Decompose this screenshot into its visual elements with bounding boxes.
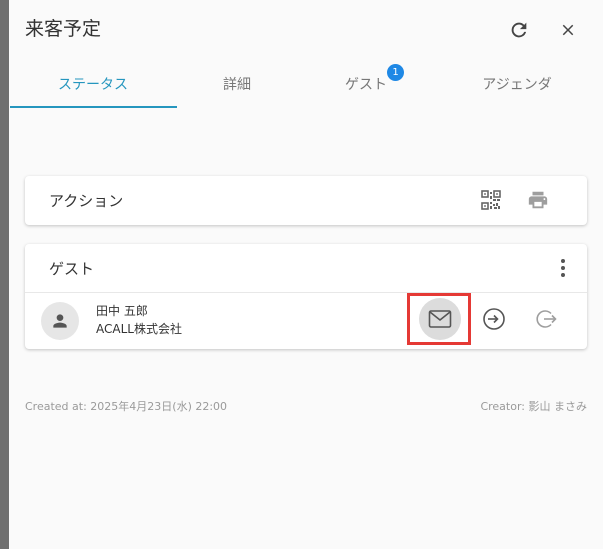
guests-card-title: ゲスト (49, 260, 95, 278)
background-edge (0, 0, 9, 549)
page-title: 来客予定 (25, 18, 102, 40)
refresh-button[interactable] (506, 17, 532, 43)
person-icon (53, 314, 67, 328)
tab-guests[interactable]: ゲスト (292, 60, 440, 108)
active-tab-indicator (10, 106, 177, 108)
more-vert-icon (561, 259, 565, 263)
check-in-button[interactable] (482, 307, 506, 331)
guest-name: 田中 五郎 (96, 304, 148, 318)
more-options-button[interactable] (557, 256, 569, 280)
created-at: Created at: 2025年4月23日(水) 22:00 (25, 400, 228, 413)
panel-header: 来客予定 (9, 0, 603, 60)
window: 来客予定 ステータス 詳細 ゲスト アジェンダ 1 アクション ゲスト 田中 五… (0, 0, 603, 549)
tab-details[interactable]: 詳細 (163, 60, 311, 108)
more-vert-dot (561, 273, 565, 277)
guests-card: ゲスト 田中 五郎 ACALL株式会社 (25, 244, 587, 349)
more-vert-dot (561, 266, 565, 270)
actions-card-title: アクション (49, 192, 124, 210)
qr-code-button[interactable] (480, 189, 502, 211)
check-out-icon (536, 310, 557, 328)
avatar (41, 302, 79, 340)
tab-agenda[interactable]: アジェンダ (443, 60, 591, 108)
guest-count-badge: 1 (387, 64, 404, 81)
actions-card: アクション (25, 176, 587, 225)
check-in-icon (483, 308, 505, 330)
close-icon (562, 24, 574, 36)
guest-row: 田中 五郎 ACALL株式会社 (25, 293, 587, 349)
visitor-schedule-panel: 来客予定 ステータス 詳細 ゲスト アジェンダ 1 アクション ゲスト 田中 五… (9, 0, 603, 549)
print-button[interactable] (527, 189, 549, 211)
creator: Creator: 影山 まさみ (480, 400, 587, 413)
send-mail-button[interactable] (419, 298, 461, 340)
guest-company: ACALL株式会社 (96, 322, 182, 336)
tab-bar: ステータス 詳細 ゲスト アジェンダ (9, 60, 603, 110)
refresh-icon (511, 22, 527, 38)
print-icon (528, 191, 548, 209)
check-out-button[interactable] (534, 307, 558, 331)
qr-code-icon (481, 190, 501, 210)
close-button[interactable] (555, 17, 581, 43)
tab-status[interactable]: ステータス (19, 60, 167, 108)
mail-icon (428, 310, 452, 328)
